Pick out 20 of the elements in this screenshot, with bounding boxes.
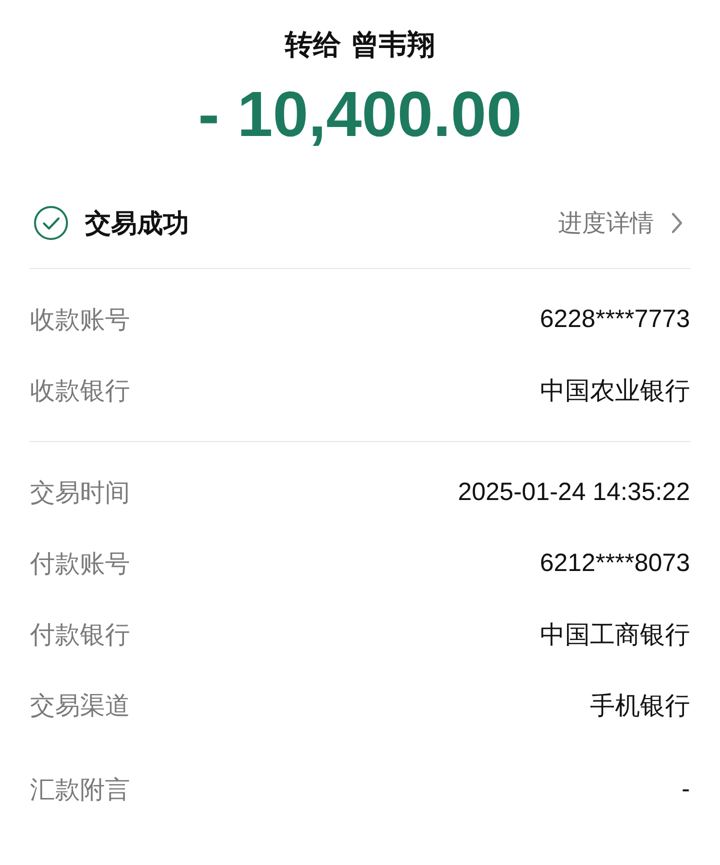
field-label: 收款账号 <box>30 304 130 336</box>
check-circle-icon <box>33 205 69 241</box>
field-label: 交易时间 <box>30 477 130 509</box>
field-value: 2025-01-24 14:35:22 <box>458 478 690 507</box>
recipient-title: 转给 曾韦翔 <box>284 27 436 63</box>
field-label: 付款银行 <box>30 619 130 651</box>
progress-details-link[interactable]: 进度详情 <box>558 207 684 239</box>
status-text: 交易成功 <box>85 208 189 240</box>
field-value: 6212****8073 <box>540 549 690 578</box>
field-value: 中国农业银行 <box>540 376 690 407</box>
field-label: 收款银行 <box>30 375 130 407</box>
field-value: - <box>682 775 690 804</box>
amount: - 10,400.00 <box>197 77 523 152</box>
field-value: 6228****7773 <box>540 305 690 334</box>
field-value: 中国工商银行 <box>540 620 690 651</box>
field-label: 付款账号 <box>30 548 130 580</box>
field-value: 手机银行 <box>590 691 690 722</box>
field-label: 汇款附言 <box>30 774 130 806</box>
field-label: 交易渠道 <box>30 690 130 722</box>
chevron-right-icon <box>670 211 684 235</box>
